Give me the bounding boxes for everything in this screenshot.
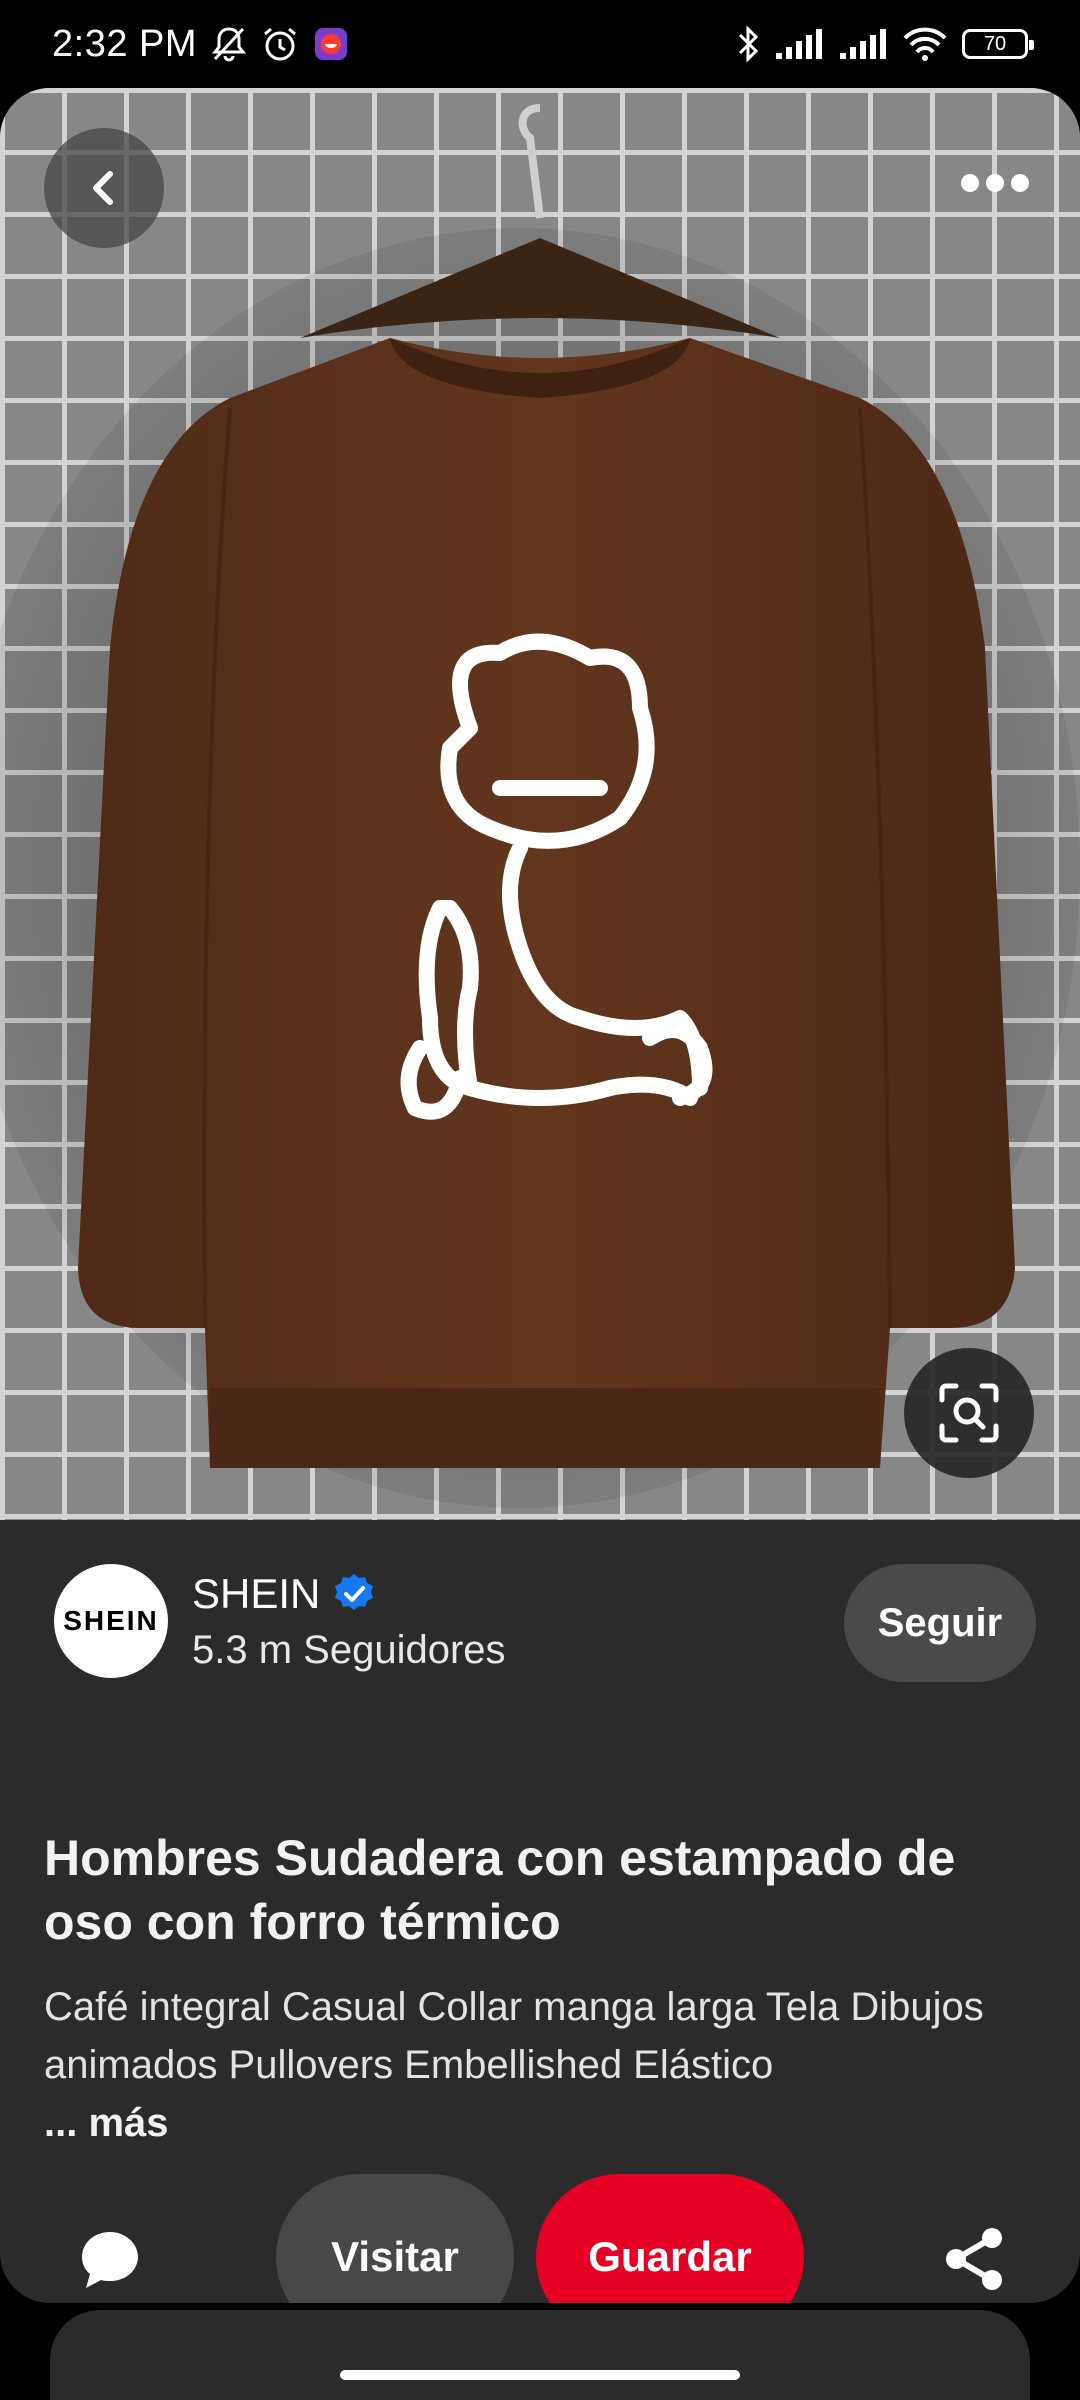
app-notification-icon: [313, 26, 349, 62]
status-bar: 2:32 PM 70: [0, 0, 1080, 88]
lens-search-icon: [939, 1383, 999, 1443]
pin-image[interactable]: [0, 88, 1080, 1520]
sweatshirt-image: [0, 88, 1080, 1520]
status-right: 70: [736, 25, 1034, 63]
creator-row: SHEIN SHEIN 5.3 m Seguidores Seguir: [0, 1520, 1080, 1720]
comment-bubble-icon: [82, 2232, 138, 2288]
share-icon: [946, 2228, 1002, 2290]
share-button[interactable]: [930, 2214, 1020, 2303]
comment-button[interactable]: [68, 2218, 152, 2302]
wifi-icon: [902, 26, 948, 62]
status-left: 2:32 PM: [52, 23, 349, 66]
avatar-text: SHEIN: [63, 1605, 159, 1636]
creator-name: SHEIN: [192, 1570, 321, 1617]
next-pin-card-peek: [50, 2310, 1030, 2400]
visual-search-button[interactable]: [904, 1348, 1034, 1478]
bluetooth-icon: [736, 25, 760, 63]
pin-card: SHEIN SHEIN 5.3 m Seguidores Seguir Homb…: [0, 88, 1080, 2303]
pin-description: Café integral Casual Collar manga larga …: [44, 1978, 1044, 2152]
alarm-icon: [261, 25, 299, 63]
creator-avatar[interactable]: SHEIN: [54, 1564, 168, 1678]
mute-bell-icon: [211, 25, 247, 63]
signal-icon: [838, 27, 888, 61]
status-time: 2:32 PM: [52, 22, 198, 65]
creator-name-row[interactable]: SHEIN: [192, 1570, 376, 1618]
home-indicator[interactable]: [340, 2370, 740, 2380]
visit-button[interactable]: Visitar: [276, 2174, 514, 2303]
battery-level: 70: [983, 32, 1007, 55]
back-button[interactable]: [44, 128, 164, 248]
ellipsis-icon: [961, 174, 1029, 192]
signal-icon: [774, 27, 824, 61]
battery-icon: 70: [962, 29, 1034, 59]
more-link[interactable]: ... más: [44, 2094, 1044, 2152]
chevron-left-icon: [93, 171, 113, 205]
followers-count: 5.3 m Seguidores: [192, 1628, 506, 1672]
verified-badge-icon: [332, 1572, 376, 1616]
description-text: Café integral Casual Collar manga larga …: [44, 1985, 984, 2087]
save-button[interactable]: Guardar: [536, 2174, 804, 2303]
follow-button[interactable]: Seguir: [844, 1564, 1036, 1682]
pin-title: Hombres Sudadera con estampado de oso co…: [44, 1830, 956, 1950]
action-bar: Visitar Guardar: [0, 2174, 1080, 2303]
more-options-button[interactable]: [950, 148, 1040, 218]
